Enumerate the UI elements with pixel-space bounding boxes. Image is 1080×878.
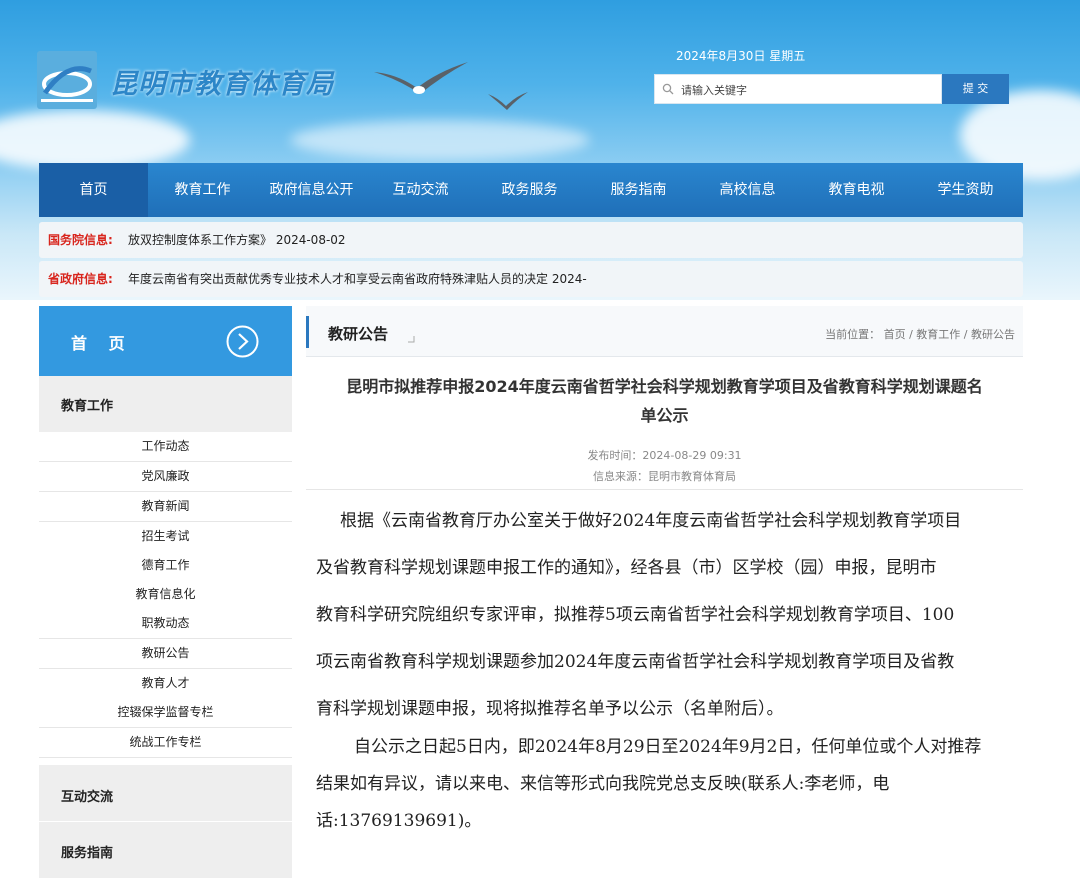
ticker-label: 国务院信息: xyxy=(48,233,113,247)
sidebar-item-education-talent[interactable]: 教育人才 xyxy=(39,669,292,699)
article-title-line: 昆明市拟推荐申报2024年度云南省哲学社会科学规划教育学项目及省教育科学规划课题… xyxy=(346,377,983,396)
sidebar-item-edu-informatization[interactable]: 教育信息化 xyxy=(39,580,292,610)
sidebar-item-dropout-control[interactable]: 控辍保学监督专栏 xyxy=(39,698,292,728)
sidebar-item-vocational-news[interactable]: 职教动态 xyxy=(39,609,292,639)
search-submit-button[interactable]: 提 交 xyxy=(942,74,1009,104)
site-title: 昆明市教育体育局 xyxy=(110,69,334,100)
article-meta: 发布时间：2024-08-29 09:31 信息来源：昆明市教育体育局 xyxy=(306,445,1023,487)
cloud-decoration xyxy=(0,110,190,170)
article-title-line: 单公示 xyxy=(640,406,689,425)
nav-item-interaction[interactable]: 互动交流 xyxy=(366,163,475,217)
sidebar-item-education-news[interactable]: 教育新闻 xyxy=(39,492,292,522)
nav-item-gov-services[interactable]: 政务服务 xyxy=(475,163,584,217)
sidebar-item-moral-education[interactable]: 德育工作 xyxy=(39,551,292,581)
content-header: 教研公告 当前位置： 首页 / 教育工作 / 教研公告 xyxy=(306,306,1023,357)
bureau-logo-icon[interactable] xyxy=(37,51,97,109)
search-icon xyxy=(662,83,674,95)
ticker-link[interactable]: 年度云南省有突出贡献优秀专业技术人才和享受云南省政府特殊津贴人员的决定 2024… xyxy=(128,261,587,297)
paragraph-line: 话:13769139691)。 xyxy=(316,811,482,831)
section-title: 教研公告 xyxy=(328,325,389,343)
nav-item-education-tv[interactable]: 教育电视 xyxy=(802,163,911,217)
ticker-label: 省政府信息: xyxy=(48,272,113,286)
paragraph-line: 育科学规划课题申报，现将拟推荐名单予以公示（名单附后）。 xyxy=(316,699,784,719)
seagull-icon xyxy=(374,62,468,94)
sidebar-section-title: 互动交流 xyxy=(61,790,114,805)
sidebar-section-title: 教育工作 xyxy=(61,399,114,414)
nav-item-education-work[interactable]: 教育工作 xyxy=(148,163,257,217)
nav-item-gov-info[interactable]: 政府信息公开 xyxy=(257,163,366,217)
sidebar-item-admissions[interactable]: 招生考试 xyxy=(39,522,292,552)
search-box xyxy=(654,74,942,105)
paragraph-line: 项云南省教育科学规划课题参加2024年度云南省哲学社会科学规划教育学项目及省教 xyxy=(316,652,955,672)
ticker-link[interactable]: 放双控制度体系工作方案》 2024-08-02 xyxy=(128,222,346,258)
sidebar-section-education-work[interactable]: 教育工作 xyxy=(39,376,292,432)
provincial-gov-ticker: 省政府信息: 年度云南省有突出贡献优秀专业技术人才和享受云南省政府特殊津贴人员的… xyxy=(39,261,1023,297)
sidebar-home-banner[interactable]: 首 页 xyxy=(39,306,292,376)
corner-arrow-icon xyxy=(408,336,415,343)
sidebar-section-service-guide[interactable]: 服务指南 xyxy=(39,822,292,878)
breadcrumb[interactable]: 当前位置： 首页 / 教育工作 / 教研公告 xyxy=(825,326,1015,342)
sidebar-item-united-front[interactable]: 统战工作专栏 xyxy=(39,728,292,758)
nav-item-home[interactable]: 首页 xyxy=(39,163,148,217)
publish-time: 发布时间：2024-08-29 09:31 xyxy=(587,449,742,462)
nav-item-student-aid[interactable]: 学生资助 xyxy=(911,163,1020,217)
seagull-icon xyxy=(488,92,528,110)
nav-item-university-info[interactable]: 高校信息 xyxy=(693,163,802,217)
paragraph-line: 结果如有异议，请以来电、来信等形式向我院党总支反映(联系人:李老师，电 xyxy=(316,774,890,794)
search-input[interactable] xyxy=(679,75,939,105)
info-source: 信息来源：昆明市教育体育局 xyxy=(593,470,736,483)
paragraph-line: 及省教育科学规划课题申报工作的通知》，经各县（市）区学校（园）申报，昆明市 xyxy=(316,558,937,578)
sidebar-section-title: 服务指南 xyxy=(61,846,114,861)
sidebar-item-party-integrity[interactable]: 党风廉政 xyxy=(39,462,292,492)
header-accent-bar xyxy=(306,316,309,348)
nav-item-service-guide[interactable]: 服务指南 xyxy=(584,163,693,217)
left-sidebar: 首 页 教育工作 工作动态 党风廉政 教育新闻 招生考试 德育工作 教育信息化 … xyxy=(39,306,292,878)
sidebar-item-research-notices[interactable]: 教研公告 xyxy=(39,639,292,669)
divider xyxy=(306,489,1023,490)
paragraph-line: 根据《云南省教育厅办公室关于做好2024年度云南省哲学社会科学规划教育学项目 xyxy=(340,511,962,531)
article-title: 昆明市拟推荐申报2024年度云南省哲学社会科学规划教育学项目及省教育科学规划课题… xyxy=(306,372,1023,430)
paragraph-line: 教育科学研究院组织专家评审，拟推荐5项云南省哲学社会科学规划教育学项目、100 xyxy=(316,605,955,625)
chevron-right-circle-icon[interactable] xyxy=(226,325,259,358)
paragraph-line: 自公示之日起5日内，即2024年8月29日至2024年9月2日，任何单位或个人对… xyxy=(354,737,982,757)
article-paragraph: 自公示之日起5日内，即2024年8月29日至2024年9月2日，任何单位或个人对… xyxy=(316,729,1020,840)
sidebar-item-work-news[interactable]: 工作动态 xyxy=(39,432,292,462)
current-date: 2024年8月30日 星期五 xyxy=(676,49,806,63)
cloud-decoration xyxy=(290,120,590,160)
state-council-ticker: 国务院信息: 放双控制度体系工作方案》 2024-08-02 xyxy=(39,222,1023,258)
sidebar-section-interaction[interactable]: 互动交流 xyxy=(39,765,292,821)
article-paragraph: 根据《云南省教育厅办公室关于做好2024年度云南省哲学社会科学规划教育学项目 及… xyxy=(316,498,1020,733)
sidebar-home-label: 首 页 xyxy=(71,334,133,353)
main-nav: 首页 教育工作 政府信息公开 互动交流 政务服务 服务指南 高校信息 教育电视 … xyxy=(39,163,1023,217)
